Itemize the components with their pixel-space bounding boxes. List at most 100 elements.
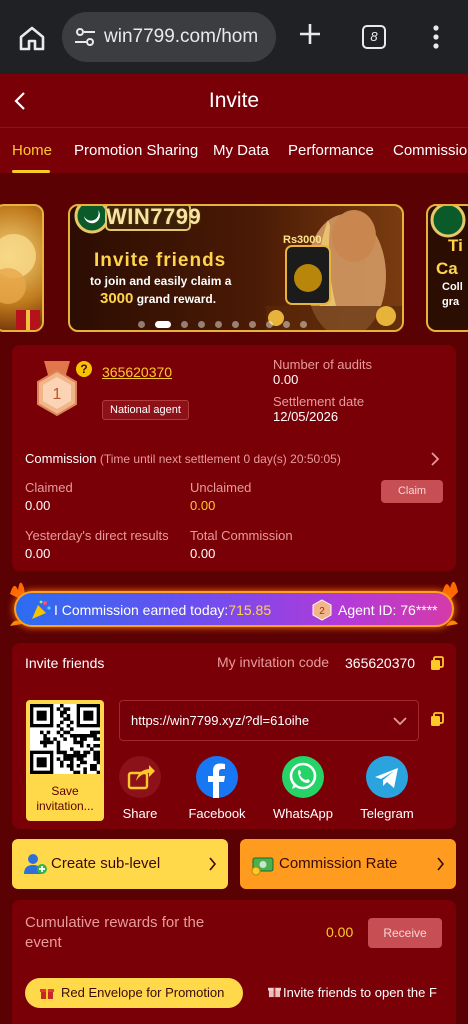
copy-link-icon[interactable]: [430, 712, 444, 727]
promo-banner[interactable]: WIN7799 Invite friends to join and easil…: [68, 204, 404, 332]
whatsapp-icon: [282, 756, 324, 798]
site-settings-icon[interactable]: [74, 27, 96, 47]
banner-line-2: 3000 grand reward.: [100, 290, 216, 307]
banner-badge-text: Rs3000: [283, 234, 322, 246]
telegram-label: Telegram: [360, 806, 414, 821]
chevron-down-icon: [393, 717, 407, 726]
unclaimed-label: Unclaimed: [190, 480, 252, 495]
more-options-icon[interactable]: [430, 24, 442, 50]
unclaimed-value: 0.00: [190, 498, 216, 513]
carousel-dot[interactable]: [215, 321, 222, 328]
commission-title: Commission: [25, 451, 97, 466]
telegram-icon: [366, 756, 408, 798]
claim-button[interactable]: Claim: [381, 480, 443, 503]
invite-open-label: Invite friends to open the F: [283, 985, 437, 1000]
banner-line-2-suffix: grand reward.: [133, 292, 217, 306]
new-tab-icon[interactable]: [298, 22, 322, 46]
carousel-dot[interactable]: [249, 321, 256, 328]
whatsapp-share-button[interactable]: WhatsApp: [258, 756, 348, 821]
commission-rate-button[interactable]: Commission Rate: [240, 839, 456, 889]
gift-icon: [268, 987, 281, 998]
carousel-dot[interactable]: [266, 321, 273, 328]
receive-button[interactable]: Receive: [368, 918, 442, 948]
agent-id-link[interactable]: 365620370: [102, 364, 172, 380]
tab-switcher-button[interactable]: 8: [362, 25, 386, 49]
create-sub-level-button[interactable]: Create sub-level: [12, 839, 228, 889]
peek-text-4: gra: [442, 296, 460, 308]
invite-link-select[interactable]: https://win7799.xyz/?dl=61oihe: [119, 700, 419, 741]
total-commission-value: 0.00: [190, 546, 216, 561]
event-rewards-card: Cumulative rewards for the event 0.00 Re…: [12, 900, 456, 1024]
banner-slide-previous[interactable]: [0, 204, 44, 332]
red-envelope-label: Red Envelope for Promotion: [61, 985, 225, 1000]
claimed-value: 0.00: [25, 498, 51, 513]
agent-level-badge: National agent: [102, 400, 189, 420]
red-envelope-promotion-button[interactable]: Red Envelope for Promotion: [25, 978, 243, 1008]
chevron-right-icon: [437, 857, 445, 871]
commission-rate-label: Commission Rate: [279, 855, 398, 872]
save-invitation-label: Save invitation...: [36, 784, 94, 813]
add-user-icon: [24, 854, 47, 874]
tab-promotion-sharing[interactable]: Promotion Sharing: [74, 142, 198, 159]
address-bar[interactable]: win7799.com/hom: [62, 12, 276, 62]
brand-logo-icon-right: [430, 206, 466, 238]
commission-earned-today: I Commission earned today:715.85: [54, 602, 271, 618]
invite-friends-open-tab[interactable]: Invite friends to open the F: [268, 985, 456, 1000]
yesterday-results-value: 0.00: [25, 546, 51, 561]
commission-today-banner: I Commission earned today:715.85 2 Agent…: [14, 591, 454, 627]
banner-art: [266, 210, 402, 330]
carousel-dot[interactable]: [300, 321, 307, 328]
settlement-date-label: Settlement date: [273, 394, 365, 409]
banner-line-1: to join and easily claim a: [90, 274, 232, 288]
qr-code-image: [30, 704, 100, 774]
url-text[interactable]: win7799.com/hom: [104, 26, 270, 48]
qr-code-card[interactable]: Save invitation...: [26, 700, 104, 821]
carousel-dot[interactable]: [181, 321, 188, 328]
tab-my-data[interactable]: My Data: [213, 142, 269, 159]
facebook-share-button[interactable]: Facebook: [172, 756, 262, 821]
carousel-dots: [138, 319, 338, 329]
tab-home[interactable]: Home: [12, 142, 52, 159]
telegram-share-button[interactable]: Telegram: [342, 756, 432, 821]
chevron-right-icon[interactable]: [430, 451, 440, 467]
earned-value: 715.85: [228, 602, 272, 618]
carousel-dot[interactable]: [283, 321, 290, 328]
gift-icon: [40, 989, 54, 999]
tab-commission[interactable]: Commission: [393, 142, 468, 159]
browser-toolbar: win7799.com/hom 8: [0, 0, 468, 74]
app-header: Invite: [0, 74, 468, 127]
claimed-label: Claimed: [25, 480, 73, 495]
share-icon: [119, 756, 161, 798]
audits-label: Number of audits: [273, 357, 372, 372]
copy-code-icon[interactable]: [430, 656, 444, 671]
page-title: Invite: [208, 89, 260, 112]
banner-heading: Invite friends: [94, 250, 227, 271]
tab-performance[interactable]: Performance: [288, 142, 374, 159]
invite-link-text: https://win7799.xyz/?dl=61oihe: [131, 713, 310, 728]
level-number: 1: [53, 386, 62, 403]
banner-slide-next[interactable]: Ti Ca Coll gra: [426, 204, 468, 332]
brand-name: WIN7799: [106, 204, 202, 229]
carousel-dot[interactable]: [198, 321, 205, 328]
carousel-dot[interactable]: [232, 321, 239, 328]
invitation-code-label: My invitation code: [217, 654, 330, 670]
peek-text-3: Coll: [442, 281, 463, 293]
invite-card: Invite friends My invitation code 365620…: [12, 643, 456, 829]
facebook-icon: [196, 756, 238, 798]
earned-label: I Commission earned today:: [54, 602, 229, 618]
home-icon[interactable]: [18, 24, 46, 52]
help-icon[interactable]: ?: [76, 361, 92, 377]
level-medal-icon: 1: [37, 361, 77, 417]
carousel-dot[interactable]: [138, 321, 145, 328]
cumulative-rewards-value: 0.00: [326, 924, 354, 940]
money-icon: [251, 857, 274, 876]
total-commission-label: Total Commission: [190, 528, 293, 543]
rank-badge-icon: 2: [312, 599, 332, 621]
tab-bar: Home Promotion Sharing My Data Performan…: [0, 127, 468, 173]
commission-header[interactable]: Commission (Time until next settlement 0…: [25, 451, 341, 466]
carousel-dot[interactable]: [155, 321, 171, 328]
party-popper-icon: [32, 600, 51, 619]
banner-art-left: [0, 234, 40, 330]
banner-amount: 3000: [100, 290, 134, 307]
peek-text-2: Ca: [436, 259, 458, 278]
